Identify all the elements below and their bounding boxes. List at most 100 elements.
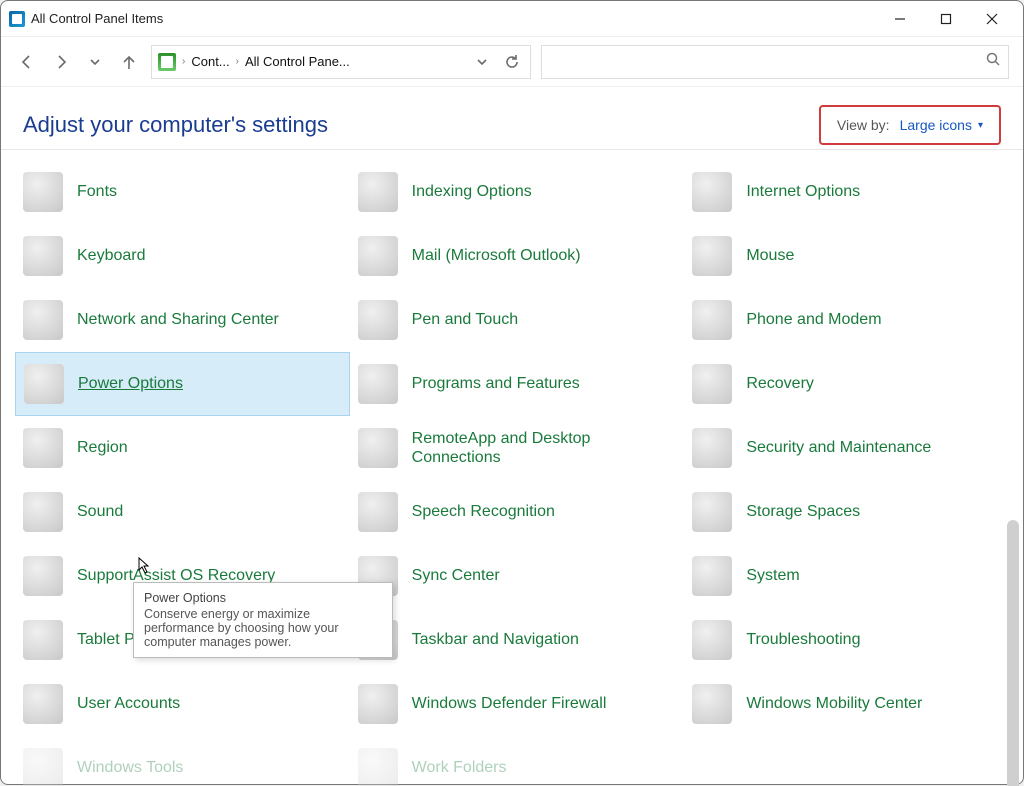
globe-icon [692,172,732,212]
battery-icon [24,364,64,404]
control-panel-item[interactable]: Mouse [684,224,1019,288]
control-panel-item[interactable]: Security and Maintenance [684,416,1019,480]
clock-icon [23,428,63,468]
view-by-control[interactable]: View by: Large icons ▾ [819,105,1001,145]
firewall-icon [358,684,398,724]
address-dropdown-button[interactable] [470,50,494,74]
content-area: Fonts Indexing Options Internet Options Key… [1,149,1023,786]
disk-icon [692,492,732,532]
blue-icon [692,684,732,724]
item-label: Storage Spaces [746,502,860,521]
control-panel-item[interactable]: Phone and Modem [684,288,1019,352]
item-label: Indexing Options [412,182,532,201]
item-label: Phone and Modem [746,310,881,329]
view-by-value[interactable]: Large icons [900,117,972,133]
green-icon [692,364,732,404]
control-panel-item[interactable]: Troubleshooting [684,608,1019,672]
control-panel-item[interactable]: Pen and Touch [350,288,685,352]
gray-icon [692,236,732,276]
header-row: Adjust your computer's settings View by:… [1,87,1023,149]
vertical-scrollbar[interactable] [1007,520,1019,786]
control-panel-item[interactable]: Region [15,416,350,480]
breadcrumb-seg1[interactable]: Cont... [191,54,229,69]
control-panel-item[interactable]: RemoteApp and Desktop Connections [350,416,685,480]
up-button[interactable] [117,50,141,74]
gray-icon [358,492,398,532]
item-label: Region [77,438,128,457]
control-panel-item[interactable]: Programs and Features [350,352,685,416]
item-label: Pen and Touch [412,310,518,329]
item-label: Taskbar and Navigation [412,630,579,649]
tooltip: Power Options Conserve energy or maximiz… [133,582,393,658]
items-grid: Fonts Indexing Options Internet Options Key… [15,160,1019,786]
control-panel-item[interactable]: Indexing Options [350,160,685,224]
item-label: RemoteApp and Desktop Connections [412,429,642,467]
chevron-right-icon: › [236,56,239,67]
item-label: Recovery [746,374,814,393]
gray-icon [358,300,398,340]
gray-icon [23,236,63,276]
gray-icon [692,300,732,340]
control-panel-item[interactable]: Windows Mobility Center [684,672,1019,736]
refresh-button[interactable] [500,50,524,74]
forward-button[interactable] [49,50,73,74]
control-panel-item[interactable]: Fonts [15,160,350,224]
blue-icon [23,556,63,596]
item-label: Windows Defender Firewall [412,694,607,713]
control-panel-item[interactable]: Work Folders [350,736,685,786]
item-label: Network and Sharing Center [77,310,279,329]
globe-icon [358,236,398,276]
control-panel-item[interactable]: Windows Tools [15,736,350,786]
address-icon [158,53,176,71]
item-label: Speech Recognition [412,502,555,521]
page-title: Adjust your computer's settings [23,112,328,138]
breadcrumb-seg2[interactable]: All Control Pane... [245,54,350,69]
control-panel-item[interactable]: User Accounts [15,672,350,736]
item-label: Sync Center [412,566,500,585]
item-label: Mouse [746,246,794,265]
search-box[interactable] [541,45,1009,79]
blue-icon [23,300,63,340]
speaker-icon [23,492,63,532]
flag-icon [692,428,732,468]
search-input[interactable] [550,53,986,70]
item-label: Power Options [78,374,183,393]
back-button[interactable] [15,50,39,74]
control-panel-item[interactable]: Power Options [15,352,350,416]
control-panel-window: All Control Panel Items › Cont... › [0,0,1024,785]
search-icon [986,52,1000,71]
minimize-button[interactable] [877,4,923,34]
item-label: Sound [77,502,123,521]
tooltip-title: Power Options [144,591,382,605]
blue-icon [692,620,732,660]
control-panel-item[interactable]: Internet Options [684,160,1019,224]
control-panel-icon [9,11,25,27]
recent-locations-button[interactable] [83,50,107,74]
control-panel-item[interactable]: Speech Recognition [350,480,685,544]
control-panel-item[interactable]: Storage Spaces [684,480,1019,544]
maximize-button[interactable] [923,4,969,34]
control-panel-item[interactable]: Sync Center [350,544,685,608]
item-label: Windows Mobility Center [746,694,922,713]
window-title: All Control Panel Items [31,11,163,26]
green-icon [23,684,63,724]
control-panel-item[interactable]: Sound [15,480,350,544]
address-bar[interactable]: › Cont... › All Control Pane... [151,45,531,79]
control-panel-item[interactable]: System [684,544,1019,608]
folder-icon [23,172,63,212]
control-panel-item[interactable]: Keyboard [15,224,350,288]
control-panel-item[interactable]: Mail (Microsoft Outlook) [350,224,685,288]
item-label: System [746,566,799,585]
blue-icon [692,556,732,596]
item-label: Mail (Microsoft Outlook) [412,246,581,265]
control-panel-item[interactable]: Taskbar and Navigation [350,608,685,672]
control-panel-item[interactable]: Recovery [684,352,1019,416]
chevron-right-icon: › [182,56,185,67]
control-panel-item[interactable]: Windows Defender Firewall [350,672,685,736]
tooltip-body: Conserve energy or maximize performance … [144,607,382,649]
folder-icon [358,748,398,786]
close-button[interactable] [969,4,1015,34]
control-panel-item[interactable]: Network and Sharing Center [15,288,350,352]
blue-icon [23,620,63,660]
item-label: Fonts [77,182,117,201]
